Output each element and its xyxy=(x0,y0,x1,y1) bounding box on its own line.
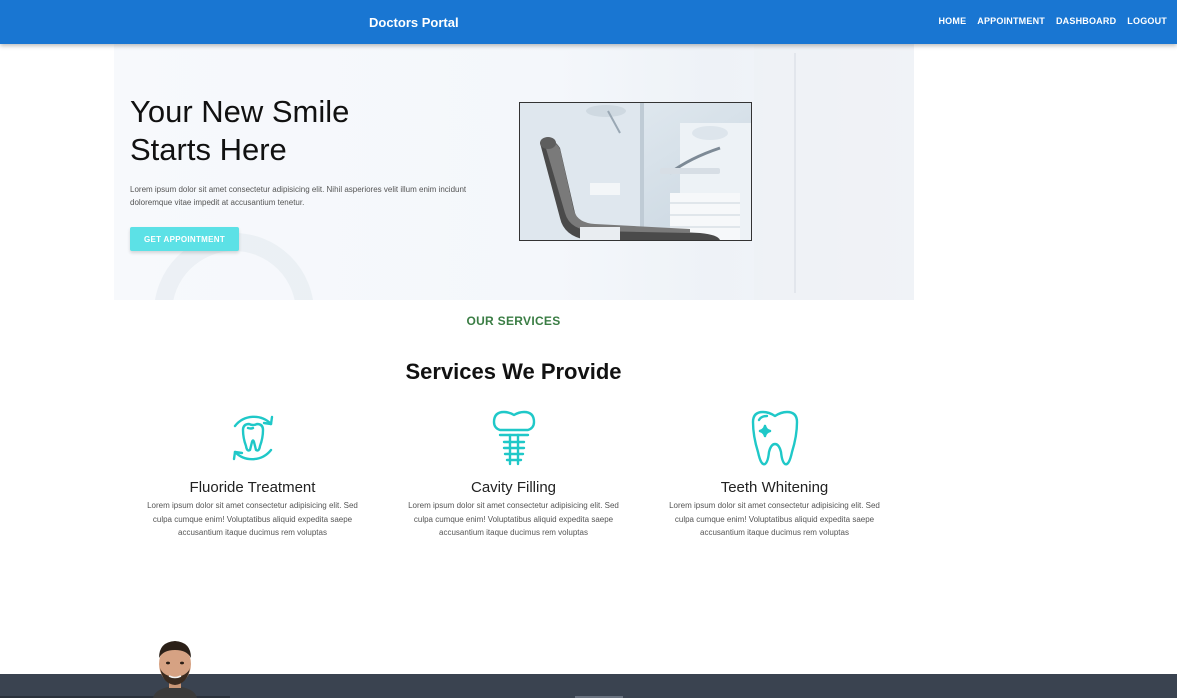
hero-background-panel xyxy=(754,33,914,300)
dental-chair-image xyxy=(519,102,752,241)
service-description-cavity: Lorem ipsum dolor sit amet consectetur a… xyxy=(408,501,619,537)
sparkling-tooth-icon xyxy=(751,410,798,466)
service-description-fluoride: Lorem ipsum dolor sit amet consectetur a… xyxy=(147,501,358,537)
page: Doctors Portal HOME APPOINTMENT DASHBOAR… xyxy=(0,0,1177,698)
services-title: Services We Provide xyxy=(405,359,622,384)
service-card-fluoride: Fluoride Treatment Lorem ipsum dolor sit… xyxy=(140,408,365,540)
hero-background-line xyxy=(794,53,796,293)
service-name-cavity: Cavity Filling xyxy=(470,479,557,496)
services-eyebrow: OUR SERVICES xyxy=(466,314,561,328)
service-card-whitening: Teeth Whitening Lorem ipsum dolor sit am… xyxy=(662,408,887,540)
doctor-avatar xyxy=(147,636,203,698)
service-name-fluoride: Fluoride Treatment xyxy=(189,479,316,496)
top-navbar: Doctors Portal HOME APPOINTMENT DASHBOAR… xyxy=(0,0,1177,44)
nav-links: HOME APPOINTMENT DASHBOARD LOGOUT xyxy=(938,16,1167,26)
nav-home-link[interactable]: HOME xyxy=(938,16,966,26)
hero-title-line-1: Your New Smile xyxy=(130,94,350,129)
service-name-whitening: Teeth Whitening xyxy=(720,479,829,496)
hero-title-line-2: Starts Here xyxy=(130,132,287,167)
tooth-cycle-icon xyxy=(232,415,273,461)
hero-description: Lorem ipsum dolor sit amet consectetur a… xyxy=(130,185,467,207)
hero-section: Your New Smile Starts Here Lorem ipsum d… xyxy=(114,33,914,300)
nav-logout-link[interactable]: LOGOUT xyxy=(1127,16,1167,26)
brand-logo-link[interactable]: Doctors Portal xyxy=(369,15,459,30)
dental-implant-icon xyxy=(492,410,535,466)
nav-dashboard-link[interactable]: DASHBOARD xyxy=(1056,16,1116,26)
nav-appointment-link[interactable]: APPOINTMENT xyxy=(977,16,1045,26)
get-appointment-button[interactable]: GET APPOINTMENT xyxy=(130,227,239,251)
service-card-cavity: Cavity Filling Lorem ipsum dolor sit ame… xyxy=(401,408,626,540)
hero-title: Your New Smile Starts Here xyxy=(130,93,430,169)
service-description-whitening: Lorem ipsum dolor sit amet consectetur a… xyxy=(669,501,880,537)
